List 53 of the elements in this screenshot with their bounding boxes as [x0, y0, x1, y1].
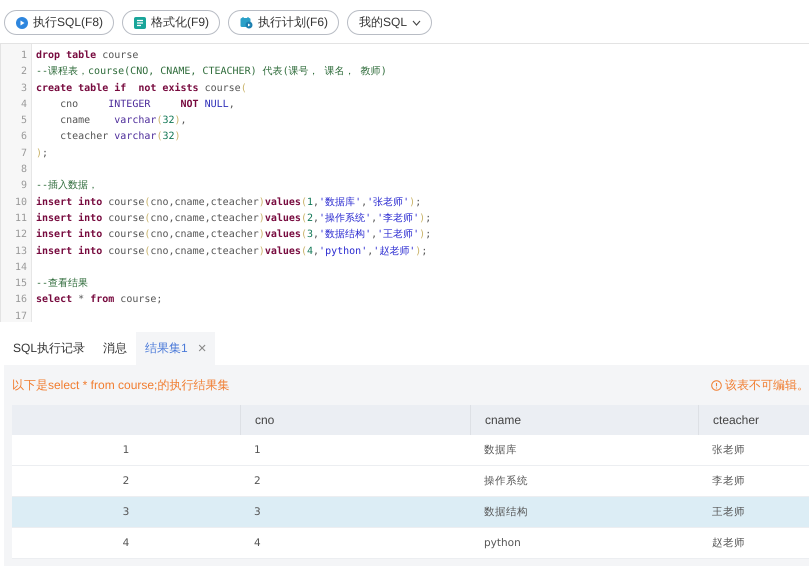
table-cell: 数据结构	[470, 497, 698, 528]
code-line: cname varchar(32),	[59, 114, 187, 128]
toolbar-button[interactable]: 我的SQL	[347, 10, 432, 35]
document-icon	[134, 16, 146, 28]
line-number: 5	[20, 114, 28, 128]
code-line: --课程表，course(CNO, CNAME, CTEACHER) 代表(课号， 课名， 教师)	[36, 64, 387, 80]
calendar-play-icon	[240, 16, 254, 29]
code-line: );	[36, 146, 48, 161]
code-line: --查看结果	[36, 276, 88, 292]
read-only-notice: 该表不可编辑。	[725, 376, 809, 394]
line-number: 4	[20, 98, 28, 112]
code-line: insert into course(cno,cname,cteacher)values(3,'数据结构','王老师');	[36, 228, 432, 242]
line-number: 14	[14, 260, 28, 275]
code-line: cteacher varchar(32)	[59, 130, 181, 144]
line-number: 6	[20, 130, 28, 144]
line-number: 1	[20, 49, 28, 63]
line-number: 17	[14, 310, 28, 322]
line-number: 10	[14, 196, 28, 210]
line-number: 8	[20, 163, 28, 178]
caret-icon	[412, 20, 422, 26]
result-tab[interactable]: 结果集1 ×	[136, 332, 216, 365]
code-line: drop table course	[36, 49, 138, 63]
sql-editor[interactable]	[0, 43, 809, 322]
table-cell: 王老师	[698, 497, 809, 528]
toolbar-button[interactable]: 执行SQL(F8)	[4, 10, 114, 35]
toolbar-button[interactable]: 格式化(F9)	[122, 10, 220, 35]
line-number: 9	[20, 179, 28, 194]
code-line: select * from course;	[36, 293, 162, 308]
result-tab[interactable]: SQL执行记录	[4, 332, 94, 365]
line-number: 11	[14, 212, 28, 226]
line-number: 2	[20, 65, 28, 80]
result-tab[interactable]: 消息	[94, 332, 136, 365]
play-icon	[16, 16, 28, 28]
row-index-cell: 3	[12, 497, 240, 528]
table-cell: 3	[240, 497, 470, 528]
column-header: cname	[470, 405, 698, 435]
code-line: insert into course(cno,cname,cteacher)values(4,'python','赵老师');	[36, 244, 428, 259]
code-line: create table if not exists course(	[36, 82, 247, 96]
code-line: cno INTEGER NOT NULL,	[59, 98, 235, 112]
line-number: 3	[20, 82, 28, 96]
code-line: insert into course(cno,cname,cteacher)values(2,'操作系统','李老师');	[36, 212, 432, 226]
toolbar-button[interactable]: 执行计划(F6)	[228, 10, 340, 35]
line-number: 16	[14, 293, 28, 308]
column-header: cno	[240, 405, 470, 435]
line-number: 15	[14, 277, 28, 292]
result-message: 以下是select * from course;的执行结果集	[12, 376, 230, 394]
line-number: 7	[20, 146, 28, 161]
column-header: cteacher	[698, 405, 809, 435]
code-line: --插入数据，	[36, 178, 98, 194]
line-number: 12	[14, 228, 28, 242]
info-icon	[711, 380, 722, 390]
code-line: insert into course(cno,cname,cteacher)values(1,'数据库','张老师');	[36, 196, 422, 210]
line-number: 13	[14, 244, 28, 259]
